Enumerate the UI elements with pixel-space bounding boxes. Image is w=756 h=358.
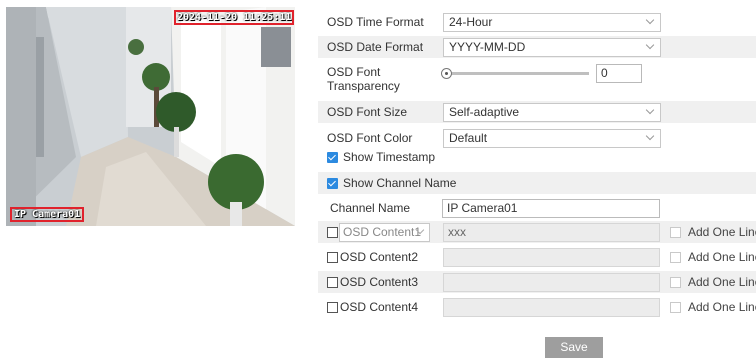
osd-font-size-row: OSD Font Size Self-adaptive (318, 101, 756, 123)
osd-content2-checkbox[interactable] (327, 251, 338, 263)
osd-date-format-row: OSD Date Format YYYY-MM-DD (318, 36, 756, 58)
show-timestamp-label: Show Timestamp (343, 150, 436, 164)
osd-date-format-label: OSD Date Format (327, 40, 424, 54)
osd-content1-label: OSD Content1 (343, 224, 422, 239)
camera-preview: 2024-11-20 11:25:11 IP Camera01 (6, 7, 295, 226)
osd-content3-add-line-label: Add One Line (688, 275, 756, 289)
osd-content3-row: OSD Content3 Add One Line (318, 271, 756, 293)
osd-content2-label: OSD Content2 (340, 250, 419, 264)
osd-content1-row: OSD Content1 xxx Add One Line (318, 221, 756, 243)
osd-content3-add-line-checkbox[interactable] (670, 276, 681, 288)
osd-content4-row: OSD Content4 Add One Line (318, 296, 756, 318)
osd-font-transparency-row: OSD Font Transparency 0 (318, 62, 756, 94)
osd-content1-input[interactable]: xxx (443, 222, 660, 242)
osd-content3-checkbox[interactable] (327, 276, 338, 288)
osd-font-color-label: OSD Font Color (327, 131, 413, 145)
osd-font-color-value: Default (449, 130, 488, 145)
osd-content4-label: OSD Content4 (340, 300, 419, 314)
chevron-down-icon (645, 105, 655, 114)
chevron-down-icon (645, 40, 655, 49)
osd-font-color-select[interactable]: Default (443, 128, 661, 148)
osd-date-format-value: YYYY-MM-DD (449, 39, 526, 54)
osd-content1-checkbox[interactable] (327, 226, 338, 238)
channel-name-input[interactable]: IP Camera01 (442, 198, 660, 218)
save-button[interactable]: Save (545, 337, 603, 358)
chevron-down-icon (645, 131, 655, 140)
show-channel-name-label: Show Channel Name (343, 176, 457, 190)
osd-font-transparency-label: OSD Font Transparency (327, 65, 400, 93)
osd-content2-add-line-checkbox[interactable] (670, 251, 681, 263)
osd-content1-add-line-label: Add One Line (688, 225, 756, 239)
chevron-down-icon (645, 15, 655, 24)
corridor-image (6, 7, 295, 226)
osd-content4-input[interactable] (443, 297, 660, 317)
osd-time-format-select[interactable]: 24-Hour (443, 12, 661, 32)
osd-time-format-label: OSD Time Format (327, 15, 424, 29)
transparency-slider-track[interactable] (444, 72, 589, 75)
osd-content1-select[interactable]: OSD Content1 (339, 222, 430, 242)
transparency-value-input[interactable]: 0 (596, 64, 642, 83)
channel-name-row: Channel Name IP Camera01 (318, 197, 756, 219)
show-channel-name-checkbox[interactable] (327, 177, 338, 189)
osd-content4-checkbox[interactable] (327, 301, 338, 313)
osd-timestamp-overlay: 2024-11-20 11:25:11 (173, 10, 295, 25)
osd-content2-input[interactable] (443, 247, 660, 267)
osd-font-size-select[interactable]: Self-adaptive (443, 102, 661, 122)
osd-content4-add-line-label: Add One Line (688, 300, 756, 314)
osd-time-format-value: 24-Hour (449, 14, 493, 29)
osd-content3-label: OSD Content3 (340, 275, 419, 289)
osd-content2-add-line-label: Add One Line (688, 250, 756, 264)
osd-time-format-row: OSD Time Format 24-Hour (318, 11, 756, 33)
show-channel-name-row: Show Channel Name (318, 172, 756, 194)
show-timestamp-checkbox[interactable] (327, 151, 338, 163)
osd-content1-add-line-checkbox[interactable] (670, 226, 681, 238)
transparency-slider-handle[interactable] (441, 68, 452, 79)
channel-name-label: Channel Name (330, 201, 411, 215)
osd-content3-input[interactable] (443, 272, 660, 292)
osd-content4-add-line-checkbox[interactable] (670, 301, 681, 313)
osd-content2-row: OSD Content2 Add One Line (318, 246, 756, 268)
show-timestamp-row: Show Timestamp (318, 146, 756, 168)
osd-font-size-value: Self-adaptive (449, 104, 520, 119)
osd-channel-name-overlay: IP Camera01 (9, 207, 85, 222)
osd-font-size-label: OSD Font Size (327, 105, 408, 119)
osd-date-format-select[interactable]: YYYY-MM-DD (443, 37, 661, 57)
